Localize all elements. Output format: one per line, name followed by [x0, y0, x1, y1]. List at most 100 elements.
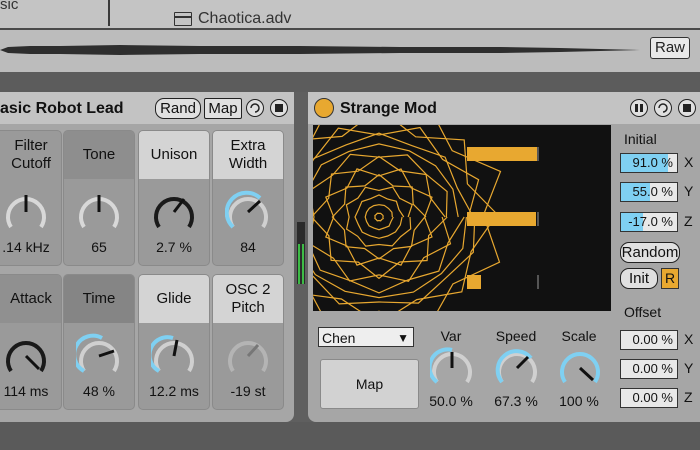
device-title: Strange Mod [340, 100, 437, 117]
macro-value: 48 % [83, 383, 115, 399]
map-toggle-button[interactable]: Map [204, 98, 242, 119]
macro-value: 65 [91, 239, 107, 255]
macro-tile-7[interactable]: Glide 12.2 ms [138, 274, 210, 410]
attractor-trace [287, 132, 474, 299]
init-button[interactable]: Init [620, 268, 658, 289]
random-button[interactable]: Random [620, 242, 680, 263]
initial-z-field[interactable]: -17.0 % [620, 212, 678, 232]
macro-tile-5[interactable]: Attack 114 ms [0, 274, 62, 410]
browser-strip: sic [0, 0, 700, 28]
macro-label: Unison [139, 131, 209, 179]
macro-knob[interactable] [76, 333, 122, 379]
attractor-trace [325, 168, 433, 266]
browser-divider [108, 0, 110, 26]
axis-y-label: Y [684, 183, 694, 199]
macro-value: 2.7 % [156, 239, 192, 255]
initial-y-field[interactable]: 55.0 % [620, 182, 678, 202]
macro-knob[interactable] [151, 333, 197, 379]
offset-y-field[interactable]: 0.00 % [620, 359, 678, 379]
macro-tile-6[interactable]: Time 48 % [63, 274, 135, 410]
output-bar-marker [537, 147, 539, 161]
attractor-trace [374, 212, 384, 222]
macro-label: Attack [0, 275, 61, 323]
axis-z-label: Z [684, 213, 693, 229]
output-bar-marker [537, 275, 539, 289]
macro-map-icon[interactable] [630, 99, 648, 117]
macro-tile-3[interactable]: Unison 2.7 % [138, 130, 210, 266]
attractor-plot [256, 106, 539, 328]
macro-label: Time [64, 275, 134, 323]
hot-swap-icon-2[interactable] [654, 99, 672, 117]
attractor-trace [354, 194, 405, 239]
macro-label: Glide [139, 275, 209, 323]
offset-x-field[interactable]: 0.00 % [620, 330, 678, 350]
initial-x-value: 91.0 % [632, 155, 673, 170]
macro-value: 12.2 ms [149, 383, 199, 399]
scale-knob[interactable] [558, 346, 602, 390]
macro-value: .14 kHz [2, 239, 50, 255]
level-meter [297, 222, 305, 284]
macro-value: 84 [240, 239, 256, 255]
macro-tile-8[interactable]: OSC 2 Pitch -19 st [212, 274, 284, 410]
var-knob[interactable] [430, 346, 474, 390]
save-preset-icon-2[interactable] [678, 99, 696, 117]
speed-value: 67.3 % [494, 393, 538, 409]
sample-waveform-strip [0, 28, 700, 72]
attractor-trace [364, 204, 394, 231]
scale-value: 100 % [559, 393, 599, 409]
raw-button[interactable]: Raw [650, 37, 690, 59]
browser-file-item[interactable]: Chaotica.adv [198, 10, 291, 28]
file-icon [174, 12, 192, 26]
rack-title: asic Robot Lead [0, 100, 124, 117]
macro-knob[interactable] [76, 189, 122, 235]
var-label: Var [440, 328, 462, 344]
macro-value: 114 ms [3, 383, 49, 399]
retrigger-toggle[interactable]: R [661, 268, 679, 289]
dropdown-arrow-icon: ▼ [397, 331, 409, 345]
offset-axis-z-label: Z [684, 389, 693, 405]
output-bar [467, 212, 536, 226]
map-button[interactable]: Map [320, 359, 419, 409]
attractor-trace [345, 186, 413, 247]
device-power-button[interactable] [314, 98, 334, 118]
bottom-strip [0, 422, 700, 450]
hot-swap-icon[interactable] [246, 99, 264, 117]
browser-top-label: sic [0, 0, 19, 13]
macro-tile-4[interactable]: Extra Width 84 [212, 130, 284, 266]
axis-x-label: X [684, 154, 694, 170]
var-value: 50.0 % [429, 393, 473, 409]
attractor-trace [280, 126, 480, 305]
speed-knob[interactable] [495, 346, 539, 390]
save-preset-icon[interactable] [270, 99, 288, 117]
macro-knob[interactable] [3, 333, 49, 379]
initial-label: Initial [624, 131, 657, 147]
output-bar [467, 275, 481, 289]
macro-label: Filter Cutoff [11, 137, 51, 172]
output-bar-marker [537, 212, 539, 226]
rand-button[interactable]: Rand [155, 98, 201, 119]
macro-knob[interactable] [3, 189, 49, 235]
divider-gap [0, 72, 700, 92]
macro-knob[interactable] [225, 333, 271, 379]
macro-tile-1[interactable]: Filter Cutoff .14 kHz [0, 130, 62, 266]
macro-label: Tone [64, 131, 134, 179]
macro-label: Extra Width [213, 131, 283, 179]
speed-label: Speed [495, 328, 537, 344]
attractor-type-value: Chen [322, 330, 356, 346]
macro-knob[interactable] [151, 189, 197, 235]
offset-z-field[interactable]: 0.00 % [620, 388, 678, 408]
macro-knob[interactable] [225, 189, 271, 235]
macro-label: OSC 2 Pitch [213, 275, 283, 323]
scale-label: Scale [561, 328, 597, 344]
macro-tile-2[interactable]: Tone 65 [63, 130, 135, 266]
attractor-type-dropdown[interactable]: Chen ▼ [318, 327, 414, 347]
macro-value: -19 st [230, 383, 266, 399]
initial-z-value: -17.0 % [628, 214, 673, 229]
offset-label: Offset [624, 304, 662, 320]
attractor-display [256, 106, 611, 328]
initial-y-value: 55.0 % [632, 184, 673, 199]
waveform [0, 45, 640, 55]
initial-x-field[interactable]: 91.0 % [620, 153, 678, 173]
offset-axis-x-label: X [684, 331, 694, 347]
offset-axis-y-label: Y [684, 360, 694, 376]
